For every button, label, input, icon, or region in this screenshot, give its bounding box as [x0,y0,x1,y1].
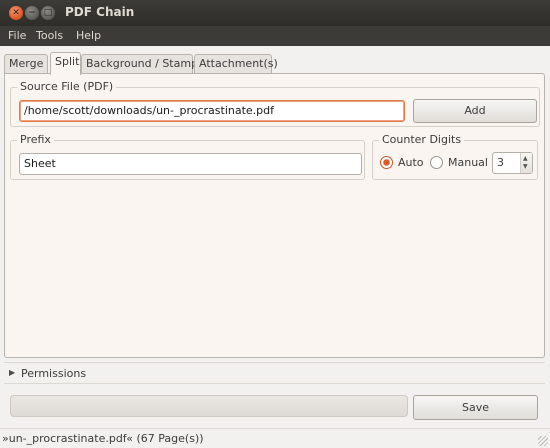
prefix-label: Prefix [17,133,54,146]
source-file-input[interactable]: /home/scott/downloads/un-_procrastinate.… [19,100,405,122]
prefix-group: Prefix Sheet [10,133,365,180]
close-window-button[interactable]: ✕ [9,6,23,20]
menu-tools[interactable]: Tools [36,29,63,42]
maximize-window-button[interactable]: □ [41,6,55,20]
digits-spinner[interactable]: 3 ▲ ▼ [492,152,533,174]
tab-attachments[interactable]: Attachment(s) [194,54,278,74]
permissions-label: Permissions [21,367,87,380]
resize-grip-icon[interactable] [538,436,548,446]
auto-radio[interactable] [380,156,393,169]
tab-merge[interactable]: Merge [4,54,48,74]
menu-help[interactable]: Help [76,29,101,42]
menu-bar: File Tools Help [0,26,550,46]
maximize-icon: □ [43,7,53,18]
title-bar: ✕ − □ PDF Chain [0,0,550,26]
close-icon: ✕ [12,7,20,18]
save-button[interactable]: Save [413,395,538,420]
status-bar: »un-_procrastinate.pdf« (67 Page(s)) [0,428,550,448]
source-file-label: Source File (PDF) [17,80,117,93]
source-file-group: Source File (PDF) /home/scott/downloads/… [10,80,540,127]
counter-digits-label: Counter Digits [379,133,465,146]
status-text: »un-_procrastinate.pdf« (67 Page(s)) [2,432,204,445]
minimize-icon: − [28,7,36,18]
spin-up-icon[interactable]: ▲ [523,156,528,162]
spin-down-icon[interactable]: ▼ [523,164,528,170]
expander-arrow-icon: ▶ [9,368,16,377]
manual-label[interactable]: Manual [448,156,488,169]
auto-label[interactable]: Auto [398,156,424,169]
digits-value: 3 [497,156,504,169]
split-panel: Source File (PDF) /home/scott/downloads/… [4,73,545,358]
tab-background-stamp[interactable]: Background / Stamp [81,54,198,74]
window-title: PDF Chain [65,5,135,19]
spinner-buttons: ▲ ▼ [520,153,532,173]
tab-split[interactable]: Split [50,52,81,75]
progress-bar [10,395,408,417]
add-button[interactable]: Add [413,99,537,123]
counter-digits-group: Counter Digits Auto Manual 3 ▲ ▼ [372,133,538,180]
minimize-window-button[interactable]: − [25,6,39,20]
prefix-input[interactable]: Sheet [19,153,362,175]
permissions-expander[interactable]: ▶ Permissions [4,362,545,384]
manual-radio[interactable] [430,156,443,169]
menu-file[interactable]: File [8,29,26,42]
